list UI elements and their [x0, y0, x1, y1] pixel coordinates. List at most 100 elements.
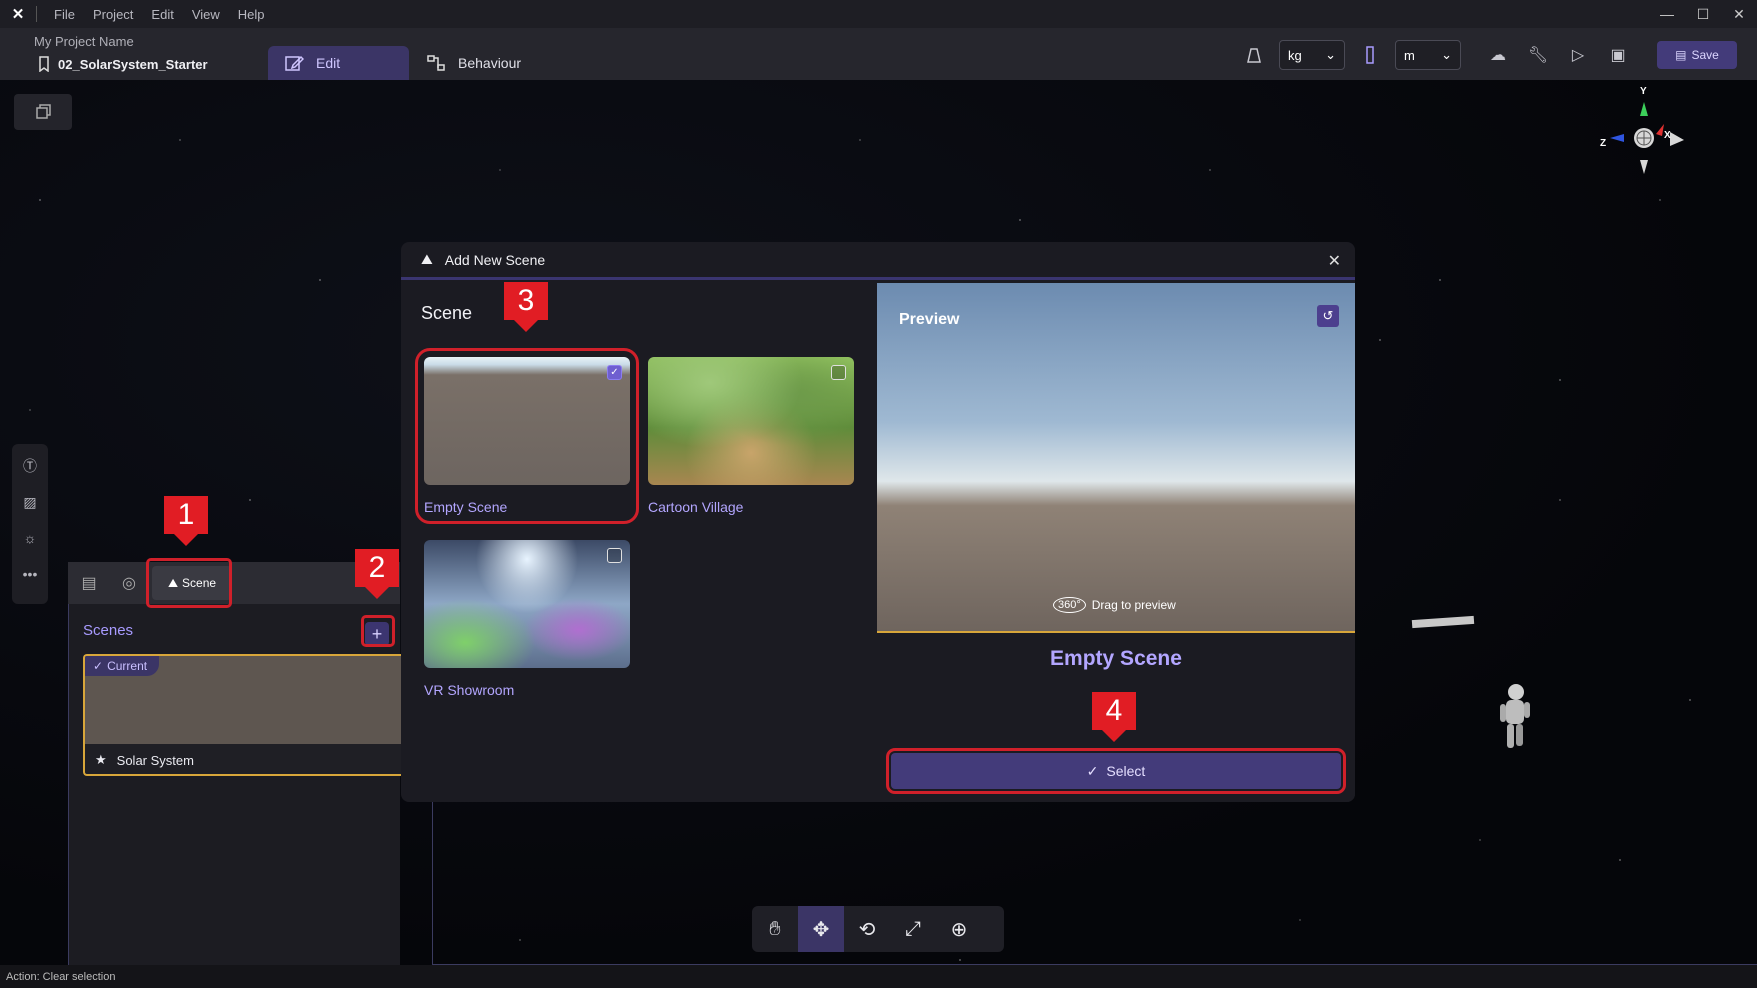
mass-unit-select[interactable]: kg ⌄: [1279, 40, 1345, 70]
star-icon[interactable]: ★: [95, 752, 107, 768]
scene-tile-empty[interactable]: ✓ Empty Scene: [415, 348, 639, 524]
scene-tile-label: Cartoon Village: [648, 499, 744, 515]
gizmo-axes: [1610, 102, 1684, 174]
check-icon: ✓: [93, 659, 104, 673]
gizmo-z-label: Z: [1600, 138, 1607, 149]
tab-behaviour-label: Behaviour: [458, 55, 522, 71]
scene-name: ★ Solar System: [95, 752, 194, 768]
scale-icon[interactable]: ⤢: [890, 906, 936, 952]
scene-tile-village[interactable]: Cartoon Village: [648, 357, 854, 515]
gallery-section-title: Scene: [421, 303, 473, 323]
light-tool-icon[interactable]: ☼: [18, 526, 42, 550]
length-icon: [1355, 40, 1385, 70]
current-badge-label: Current: [107, 659, 148, 673]
highlight-scene-tab: [146, 558, 232, 608]
assets-tab-icon[interactable]: ▤: [72, 566, 106, 600]
tile-checkbox[interactable]: ✓: [607, 365, 622, 380]
save-label: Save: [1691, 48, 1719, 62]
publish-icon[interactable]: ▣: [1603, 40, 1633, 70]
menu-edit[interactable]: Edit: [142, 7, 182, 22]
scene-name-label: Solar System: [116, 752, 194, 768]
project-name: My Project Name: [34, 34, 134, 49]
cloud-icon[interactable]: ☁: [1483, 40, 1513, 70]
project-header: My Project Name 02_SolarSystem_Starter E…: [0, 28, 1757, 80]
chevron-down-icon: ⌄: [1441, 47, 1452, 62]
tab-edit-label: Edit: [316, 55, 341, 71]
close-icon[interactable]: ✕: [1328, 251, 1341, 271]
scene-tile-thumbnail: ✓: [424, 357, 630, 485]
gizmo-x-label: X: [1664, 130, 1671, 141]
drag-hint: 360° Drag to preview: [1053, 597, 1176, 613]
add-scene-dialog: ⛰ Add New Scene ✕ Scene ✓ Empty Scene Ca…: [401, 242, 1355, 802]
more-icon[interactable]: •••: [18, 562, 42, 586]
scene-icon: ⛰: [421, 251, 433, 267]
length-unit-select[interactable]: m ⌄: [1395, 40, 1461, 70]
drag-hint-label: Drag to preview: [1091, 598, 1176, 612]
save-button[interactable]: ▤ Save: [1657, 41, 1737, 69]
axis-gizmo[interactable]: Y Z X: [1600, 86, 1690, 178]
current-badge: ✓ Current: [85, 656, 160, 676]
mass-unit-value: kg: [1288, 47, 1302, 63]
dialog-header: ⛰ Add New Scene ✕: [401, 242, 1355, 280]
gizmo-y-label: Y: [1640, 86, 1647, 97]
viewport-frame: [432, 800, 1757, 965]
tab-behaviour[interactable]: Behaviour: [410, 46, 537, 80]
reset-view-icon[interactable]: ↺: [1317, 305, 1339, 327]
move-icon[interactable]: ✥: [798, 906, 844, 952]
scene-tile-label: VR Showroom: [424, 682, 515, 698]
text-tool-icon[interactable]: Ⓣ: [18, 454, 42, 478]
menu-view[interactable]: View: [183, 7, 229, 22]
scene-card-current[interactable]: ✓ Current ★ Solar System: [83, 654, 401, 776]
chevron-down-icon: ⌄: [1325, 47, 1336, 62]
tile-checkbox[interactable]: [831, 365, 846, 380]
window-controls: — ☐ ✕: [1649, 0, 1757, 28]
scene-tile-thumbnail: [648, 357, 854, 485]
menu-project[interactable]: Project: [84, 7, 142, 22]
rotate-icon[interactable]: ⟲: [844, 906, 890, 952]
highlight-add-button: [361, 615, 395, 647]
scene-tile-thumbnail: [424, 540, 630, 668]
status-bar: Action: Clear selection: [0, 965, 1757, 988]
preview-viewport[interactable]: Preview ↺ 360° Drag to preview: [877, 283, 1355, 633]
copy-icon: [36, 104, 51, 119]
preview-label: Preview: [899, 311, 960, 328]
scene-tile-vr[interactable]: VR Showroom: [424, 540, 630, 698]
transform-toolbar: ✋︎ ✥ ⟲ ⤢ ⊕: [752, 906, 1004, 952]
bookmark-icon: [39, 56, 49, 72]
scene-gallery: Scene ✓ Empty Scene Cartoon Village VR S…: [401, 283, 877, 802]
app-logo-icon[interactable]: ✕: [0, 0, 36, 28]
length-unit-value: m: [1404, 47, 1415, 63]
check-icon: ✓: [1086, 762, 1099, 779]
mass-icon: [1239, 40, 1269, 70]
callout-step-4: 4: [1092, 692, 1136, 742]
callout-step-1: 1: [164, 496, 208, 546]
play-icon[interactable]: ▷: [1563, 40, 1593, 70]
select-label: Select: [1106, 763, 1146, 779]
select-button[interactable]: ✓ Select: [886, 748, 1346, 794]
duplicate-button[interactable]: [14, 94, 72, 130]
project-file[interactable]: 02_SolarSystem_Starter: [38, 56, 208, 72]
save-icon: ▤: [1675, 48, 1687, 62]
menu-help[interactable]: Help: [229, 7, 274, 22]
behaviour-icon: [427, 55, 445, 71]
transform-icon[interactable]: ⊕: [936, 906, 982, 952]
image-tool-icon[interactable]: ▨: [18, 490, 42, 514]
panel-tabs: ▤ ◎ ⛰ Scene: [68, 562, 400, 604]
tab-edit[interactable]: Edit: [268, 46, 409, 80]
title-bar: ✕ File Project Edit View Help — ☐ ✕: [0, 0, 1757, 28]
callout-step-2: 2: [355, 549, 399, 599]
header-tools: kg ⌄ m ⌄ ☁ 🔧︎ ▷ ▣ ▤ Save: [1239, 40, 1737, 70]
dialog-title: Add New Scene: [444, 251, 546, 268]
menu-file[interactable]: File: [45, 7, 84, 22]
astronaut-model[interactable]: [1490, 680, 1534, 754]
hand-icon[interactable]: ✋︎: [752, 906, 798, 952]
objects-tab-icon[interactable]: ◎: [112, 566, 146, 600]
close-window-icon[interactable]: ✕: [1721, 0, 1757, 28]
tile-checkbox[interactable]: [607, 548, 622, 563]
minimize-icon[interactable]: —: [1649, 0, 1685, 28]
left-toolbar: Ⓣ ▨ ☼ •••: [12, 444, 48, 604]
maximize-icon[interactable]: ☐: [1685, 0, 1721, 28]
title-separator: [36, 6, 37, 22]
scene-tile-label: Empty Scene: [424, 499, 508, 515]
wrench-icon[interactable]: 🔧︎: [1523, 40, 1553, 70]
